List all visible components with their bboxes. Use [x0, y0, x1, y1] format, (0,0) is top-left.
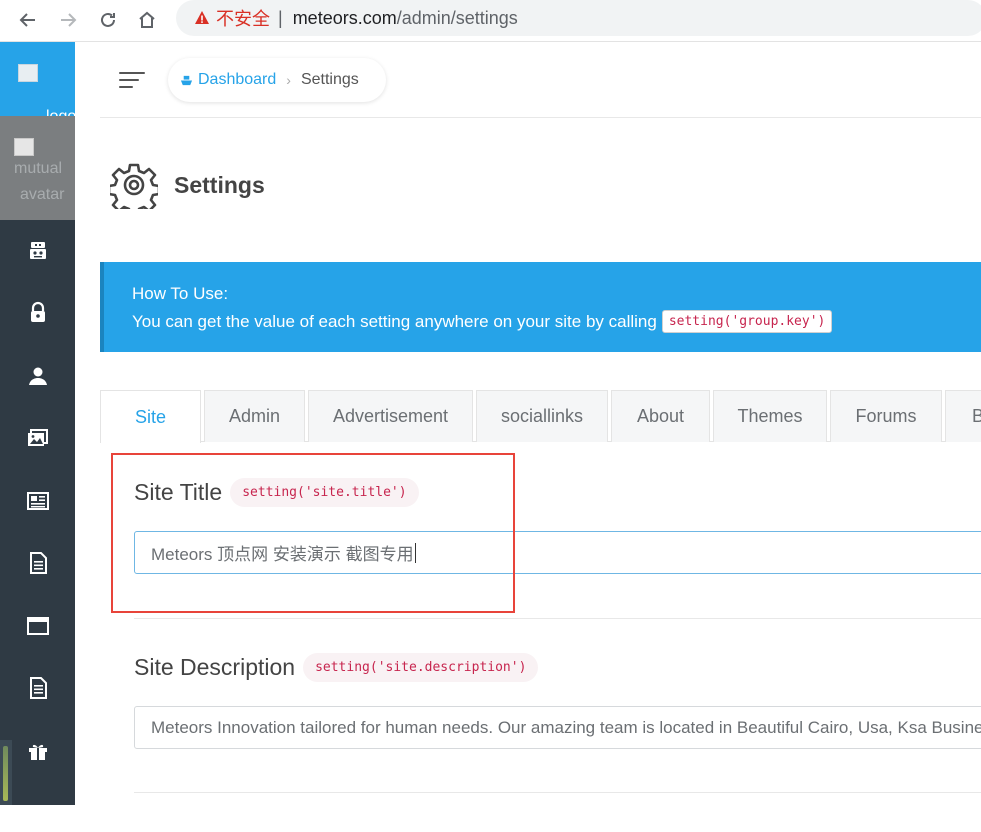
site-description-label: Site Description: [134, 654, 296, 680]
news-icon: [26, 492, 49, 510]
images-icon: [27, 429, 48, 446]
tab-themes[interactable]: Themes: [713, 390, 827, 442]
warning-triangle-icon: [195, 11, 209, 24]
lock-icon: [30, 301, 45, 322]
sidebar-item-bots[interactable]: [0, 226, 75, 276]
avatar-alt-text: mutual: [14, 160, 63, 177]
breadcrumb-dashboard-label: Dashboard: [198, 71, 277, 88]
settings-tabs: Site Admin Advertisement sociallinks Abo…: [100, 390, 981, 443]
page-header: Settings: [110, 158, 265, 212]
sidebar-item-menus[interactable]: [0, 601, 75, 651]
back-arrow-icon[interactable]: [13, 5, 43, 35]
page-title: Settings: [174, 171, 265, 198]
sidebar-item-security[interactable]: [0, 288, 75, 338]
url-host: meteors.com: [292, 7, 397, 28]
tab-advertisement[interactable]: Advertisement: [308, 390, 473, 442]
breadcrumb-current: Settings: [300, 71, 359, 88]
site-description-input[interactable]: Meteors Innovation tailored for human ne…: [134, 706, 981, 749]
tab-admin[interactable]: Admin: [204, 390, 305, 442]
browser-window-icon: [26, 617, 49, 635]
logo[interactable]: logo: [0, 42, 75, 116]
browser-toolbar: 不安全 | meteors.com /admin/settings: [0, 0, 981, 42]
settings-icon: [30, 815, 45, 818]
info-text: You can get the value of each setting an…: [132, 310, 833, 333]
address-bar[interactable]: 不安全 | meteors.com /admin/settings: [176, 0, 981, 36]
site-description-value: Meteors Innovation tailored for human ne…: [151, 717, 981, 737]
security-label: 不安全: [216, 9, 270, 29]
url-separator: |: [278, 7, 283, 28]
sidebar-item-pages[interactable]: [0, 538, 75, 588]
document-icon: [29, 552, 47, 574]
info-code: setting('group.key'): [661, 310, 833, 333]
home-icon[interactable]: [132, 5, 162, 35]
breadcrumb-dashboard-link[interactable]: Dashboard: [180, 71, 276, 89]
tab-about[interactable]: About: [611, 390, 710, 442]
file-text-icon: [29, 677, 47, 699]
security-warning[interactable]: 不安全: [194, 5, 270, 31]
info-text-body: You can get the value of each setting an…: [132, 311, 657, 331]
site-description-label-row: Site Description setting('site.descripti…: [134, 653, 539, 682]
chevron-right-icon: ›: [286, 72, 291, 88]
section-divider: [134, 618, 981, 619]
breadcrumb: Dashboard › Settings: [168, 58, 386, 102]
sidebar-item-users[interactable]: [0, 351, 75, 401]
avatar[interactable]: mutual avatar: [0, 116, 75, 220]
sidebar: logo mutual avatar: [0, 42, 75, 818]
reload-icon[interactable]: [93, 5, 123, 35]
top-header: Dashboard › Settings: [100, 42, 981, 118]
forward-arrow-icon[interactable]: [53, 5, 83, 35]
broken-image-icon: [18, 64, 38, 82]
boat-icon: [180, 75, 193, 85]
sidebar-item-database[interactable]: [0, 663, 75, 713]
tab-more[interactable]: B: [945, 390, 981, 442]
site-description-code: setting('site.description'): [303, 653, 539, 682]
sidebar-item-posts[interactable]: [0, 476, 75, 526]
robot-icon: [29, 242, 46, 259]
tab-forums[interactable]: Forums: [830, 390, 942, 442]
hamburger-menu-icon[interactable]: [119, 70, 147, 90]
tab-sociallinks[interactable]: sociallinks: [476, 390, 608, 442]
highlight-annotation: [111, 453, 515, 613]
sidebar-item-media[interactable]: [0, 413, 75, 463]
gear-icon: [110, 163, 158, 209]
user-icon: [28, 367, 47, 385]
broken-image-icon: [14, 138, 34, 156]
info-title: How To Use:: [132, 284, 229, 303]
logo-alt-text: logo: [46, 108, 75, 116]
section-divider-2: [134, 792, 981, 793]
tab-site[interactable]: Site: [100, 390, 201, 443]
info-banner: How To Use: You can get the value of eac…: [100, 262, 981, 352]
gift-icon: [28, 744, 47, 760]
scrollbar-thumb[interactable]: [3, 746, 8, 801]
url-path: /admin/settings: [396, 7, 518, 28]
sidebar-scrollbar[interactable]: [0, 740, 12, 805]
avatar-alt-text-2: avatar: [20, 186, 65, 203]
